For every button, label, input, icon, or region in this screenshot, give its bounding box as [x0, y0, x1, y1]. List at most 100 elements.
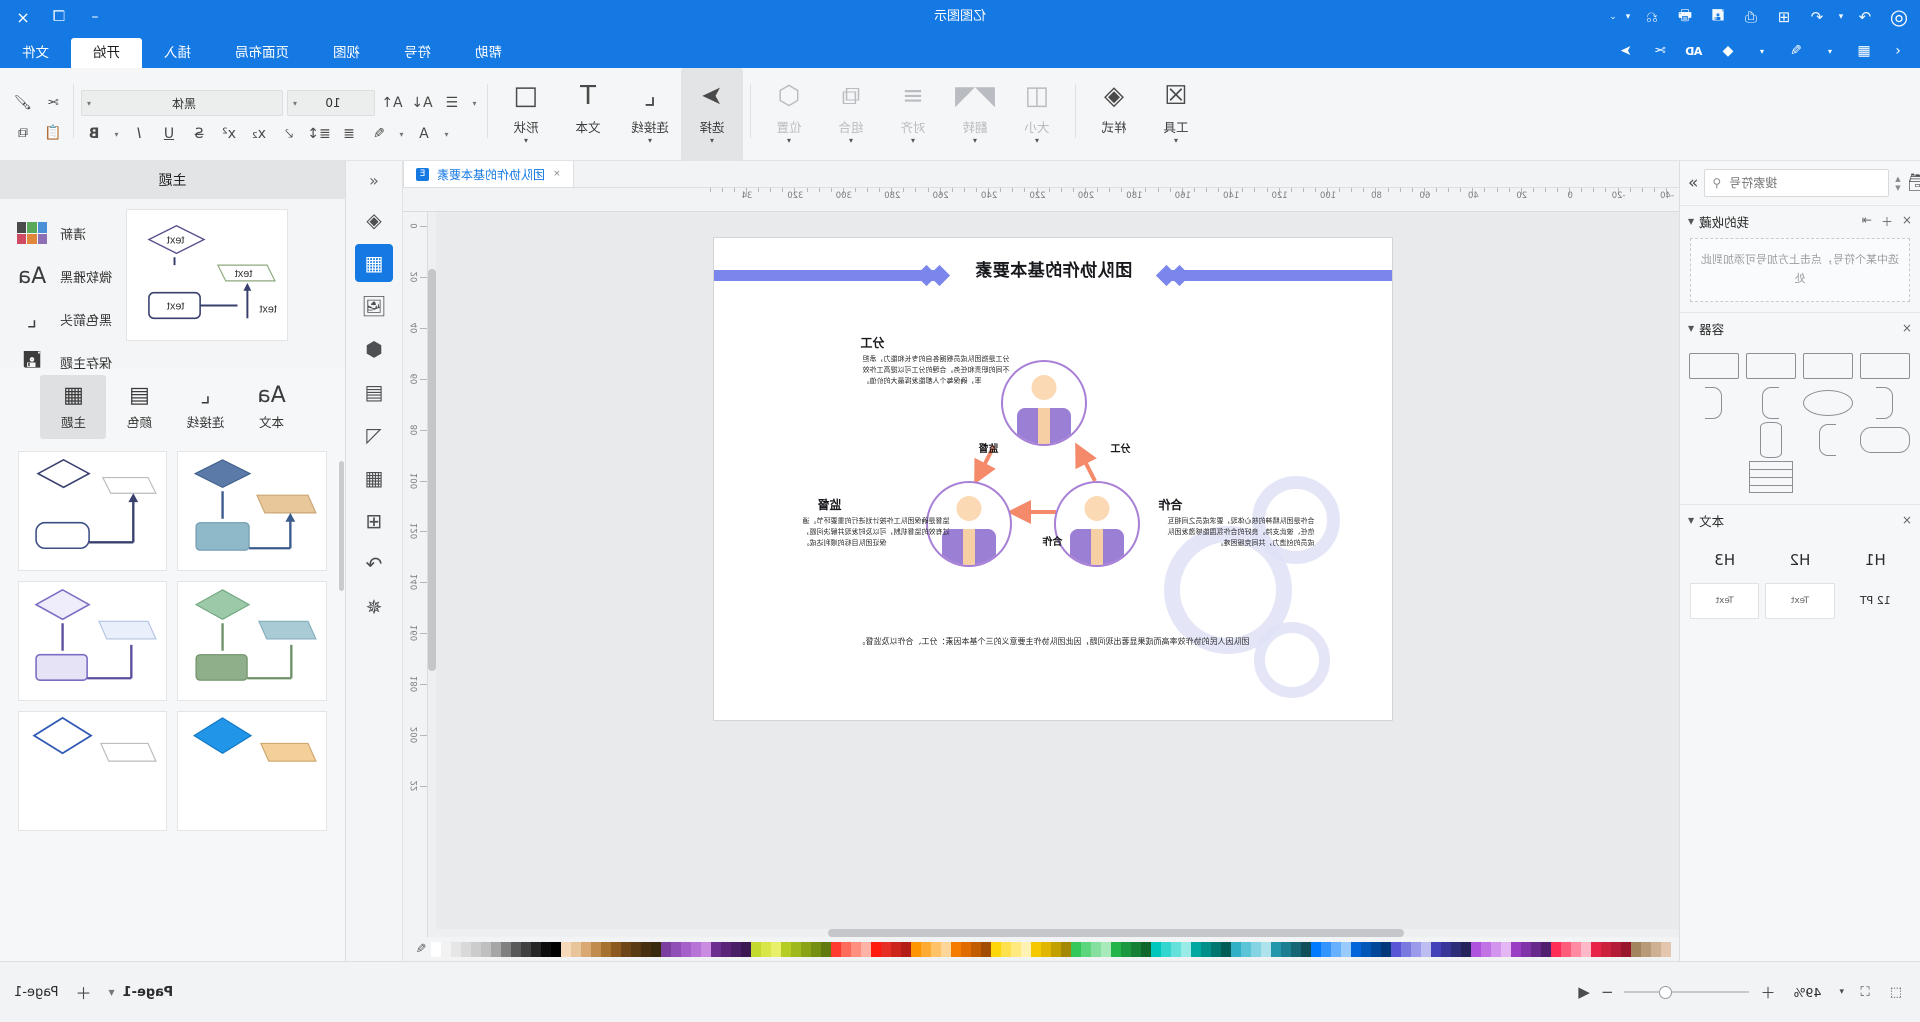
increase-font-icon[interactable]: A↑ — [379, 91, 405, 115]
palette-swatch[interactable] — [461, 941, 471, 957]
palette-swatch[interactable] — [1561, 941, 1571, 957]
chevron-down-icon[interactable]: ▼ — [1895, 184, 1900, 192]
cut-icon[interactable]: ✂ — [1644, 38, 1676, 64]
node-fengong[interactable] — [1001, 360, 1088, 446]
presentation-icon[interactable]: ◀ — [1578, 983, 1590, 1001]
style-tool-button[interactable]: ◈ 样式 — [1083, 68, 1145, 162]
palette-swatch[interactable] — [691, 941, 701, 957]
palette-swatch[interactable] — [931, 941, 941, 957]
font-color-dropdown-icon[interactable]: ▾ — [441, 122, 452, 146]
palette-swatch[interactable] — [981, 941, 991, 957]
text-style-text[interactable]: Text — [1690, 583, 1760, 619]
palette-swatch[interactable] — [1011, 941, 1021, 957]
pen-dropdown-icon[interactable]: ▾ — [1746, 38, 1778, 64]
palette-swatch[interactable] — [1371, 941, 1381, 957]
tab-symbols[interactable]: 符号 — [382, 38, 453, 68]
palette-swatch[interactable] — [1411, 941, 1421, 957]
palette-swatch[interactable] — [1061, 941, 1071, 957]
gallery-icon[interactable]: ⊞ — [355, 502, 393, 540]
align-tool-button[interactable]: ≡ 对齐 ▾ — [882, 68, 944, 162]
diamond-icon[interactable]: ◆ — [1712, 38, 1744, 64]
palette-swatch[interactable] — [551, 941, 561, 957]
palette-swatch[interactable] — [1391, 941, 1401, 957]
palette-swatch[interactable] — [1261, 941, 1271, 957]
palette-swatch[interactable] — [1231, 941, 1241, 957]
font-color-icon[interactable]: A — [411, 122, 437, 146]
underline-icon[interactable]: U — [156, 122, 182, 146]
clear-format-icon[interactable]: ⤦ — [276, 122, 302, 146]
palette-swatch[interactable] — [511, 941, 521, 957]
collapse-panel-icon[interactable]: « — [369, 171, 379, 190]
eyedropper-icon[interactable]: ✎ — [411, 942, 431, 957]
tab-view[interactable]: 视图 — [311, 38, 382, 68]
palette-swatch[interactable] — [1051, 941, 1061, 957]
text-tool-button[interactable]: T 文本 — [557, 68, 619, 162]
palette-swatch[interactable] — [1301, 941, 1311, 957]
tab-help[interactable]: 帮助 — [453, 38, 524, 68]
format-painter-icon[interactable]: 🖌 — [10, 91, 36, 115]
palette-swatch[interactable] — [1001, 941, 1011, 957]
palette-swatch[interactable] — [921, 941, 931, 957]
connector-tool-button[interactable]: ⌞ 连接线 ▾ — [619, 68, 681, 162]
close-icon[interactable]: × — [553, 169, 561, 179]
palette-swatch[interactable] — [1271, 941, 1281, 957]
palette-swatch[interactable] — [1591, 941, 1601, 957]
palette-swatch[interactable] — [641, 941, 651, 957]
print-icon[interactable]: 🖶 — [1670, 4, 1700, 30]
tab-theme[interactable]: ▦ 主题 — [40, 375, 107, 439]
vertical-ruler[interactable]: 0 20 40 60 80 100 120 140 160 180 200 22 — [403, 212, 428, 937]
palette-swatch[interactable] — [611, 941, 621, 957]
position-tool-button[interactable]: ⬡ 位置 ▾ — [758, 68, 820, 162]
palette-swatch[interactable] — [831, 941, 841, 957]
chart-icon[interactable]: ◹ — [355, 416, 393, 454]
cut-icon[interactable]: ✂ — [40, 91, 66, 115]
font-family-select[interactable]: ▾ 黑体 — [81, 90, 283, 116]
add-icon[interactable]: ＋ — [1881, 213, 1893, 230]
flip-tool-button[interactable]: ◤◥ 翻转 ▾ — [944, 68, 1006, 162]
palette-swatch[interactable] — [1321, 941, 1331, 957]
close-button[interactable]: × — [6, 4, 40, 30]
palette-swatch[interactable] — [501, 941, 511, 957]
import-icon[interactable]: ⇥ — [1862, 213, 1872, 230]
fill-icon[interactable]: ◈ — [355, 201, 393, 239]
vertical-scrollbar[interactable] — [428, 212, 436, 929]
shape-rect[interactable] — [1860, 351, 1910, 381]
zoom-dropdown-icon[interactable]: ▾ — [1839, 987, 1844, 997]
palette-swatch[interactable] — [681, 941, 691, 957]
palette-swatch[interactable] — [651, 941, 661, 957]
palette-swatch[interactable] — [701, 941, 711, 957]
shape-bracket-left[interactable] — [1689, 387, 1739, 419]
palette-swatch[interactable] — [1651, 941, 1661, 957]
palette-swatch[interactable] — [1661, 941, 1671, 957]
chevron-down-icon[interactable]: ▼ — [1688, 516, 1694, 525]
pointer-arrow-icon[interactable]: ➤ — [1610, 38, 1642, 64]
palette-swatch[interactable] — [1181, 941, 1191, 957]
shape-rect[interactable] — [1689, 351, 1739, 381]
document-page[interactable]: 团队协作的基本要素 分工 监督 合作 分工 分工是指团队成员根据各自的专长和能力… — [714, 238, 1393, 720]
palette-swatch[interactable] — [1241, 941, 1251, 957]
palette-swatch[interactable] — [1621, 941, 1631, 957]
palette-swatch[interactable] — [1551, 941, 1561, 957]
tab-insert[interactable]: 插入 — [142, 38, 213, 68]
document-tab[interactable]: E 团队协作的基本要素 × — [403, 161, 574, 187]
palette-swatch[interactable] — [1101, 941, 1111, 957]
bold-icon[interactable]: B — [81, 122, 107, 146]
palette-swatch[interactable] — [1361, 941, 1371, 957]
palette-swatch[interactable] — [1121, 941, 1131, 957]
palette-swatch[interactable] — [1431, 941, 1441, 957]
shape-rounded[interactable] — [1860, 425, 1910, 455]
text-style-text[interactable]: Text — [1765, 583, 1835, 619]
palette-swatch[interactable] — [761, 941, 771, 957]
palette-swatch[interactable] — [871, 941, 881, 957]
palette-swatch[interactable] — [1491, 941, 1501, 957]
zoom-slider-knob[interactable] — [1658, 985, 1672, 999]
undo-icon[interactable]: ↶ — [1802, 4, 1832, 30]
shape-rect[interactable] — [1746, 351, 1796, 381]
palette-swatch[interactable] — [741, 941, 751, 957]
redo-dropdown-icon[interactable]: ▾ — [1835, 4, 1847, 30]
palette-swatch[interactable] — [1571, 941, 1581, 957]
palette-swatch[interactable] — [1211, 941, 1221, 957]
highlight-icon[interactable]: ✎ — [366, 122, 392, 146]
palette-swatch[interactable] — [1041, 941, 1051, 957]
text-style-12pt[interactable]: 12 PT — [1841, 583, 1910, 617]
